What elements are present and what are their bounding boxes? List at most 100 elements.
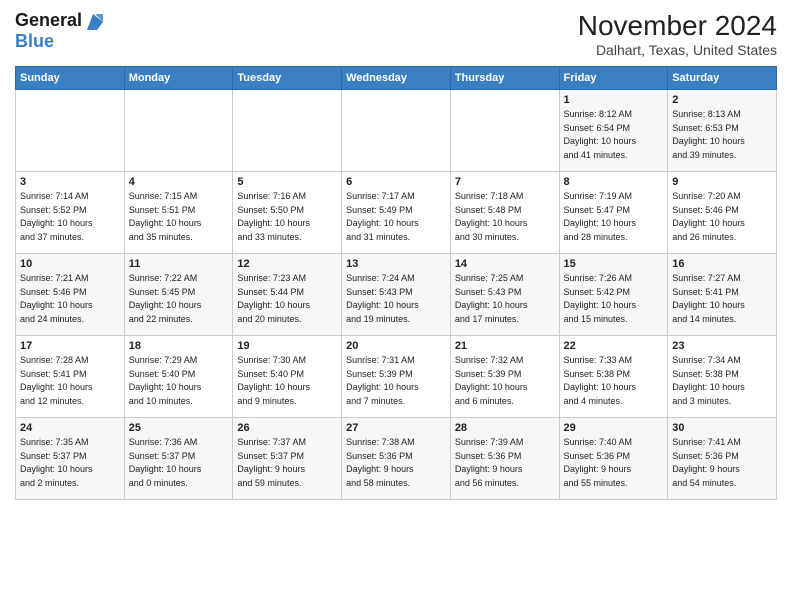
day-number: 12 xyxy=(237,258,337,270)
day-number: 1 xyxy=(564,94,664,106)
calendar-day: 16 Sunrise: 7:27 AM Sunset: 5:41 PM Dayli… xyxy=(668,254,777,336)
day-info: Sunrise: 7:15 AM Sunset: 5:51 PM Dayligh… xyxy=(129,190,229,244)
calendar-day: 8 Sunrise: 7:19 AM Sunset: 5:47 PM Daylig… xyxy=(559,172,668,254)
day-number: 26 xyxy=(237,422,337,434)
calendar-day: 11Sunrise: 7:22 AM Sunset: 5:45 PM Dayli… xyxy=(124,254,233,336)
day-info: Sunrise: 7:21 AM Sunset: 5:46 PM Dayligh… xyxy=(20,272,120,326)
calendar-day: 6 Sunrise: 7:17 AM Sunset: 5:49 PM Daylig… xyxy=(342,172,451,254)
calendar-day: 2Sunrise: 8:13 AM Sunset: 6:53 PM Daylig… xyxy=(668,90,777,172)
col-thursday: Thursday xyxy=(450,67,559,90)
calendar-week-4: 17 Sunrise: 7:28 AM Sunset: 5:41 PM Dayli… xyxy=(16,336,777,418)
day-info: Sunrise: 7:34 AM Sunset: 5:38 PM Dayligh… xyxy=(672,354,772,408)
day-number: 30 xyxy=(672,422,772,434)
day-number: 29 xyxy=(564,422,664,434)
header-row: Sunday Monday Tuesday Wednesday Thursday… xyxy=(16,67,777,90)
day-number: 16 xyxy=(672,258,772,270)
day-info: Sunrise: 7:27 AM Sunset: 5:41 PM Dayligh… xyxy=(672,272,772,326)
day-info: Sunrise: 7:39 AM Sunset: 5:36 PM Dayligh… xyxy=(455,436,555,490)
day-info: Sunrise: 7:32 AM Sunset: 5:39 PM Dayligh… xyxy=(455,354,555,408)
day-number: 6 xyxy=(346,176,446,188)
calendar-day: 9 Sunrise: 7:20 AM Sunset: 5:46 PM Daylig… xyxy=(668,172,777,254)
calendar-day: 5Sunrise: 7:16 AM Sunset: 5:50 PM Daylig… xyxy=(233,172,342,254)
calendar-day: 14 Sunrise: 7:25 AM Sunset: 5:43 PM Dayli… xyxy=(450,254,559,336)
day-number: 20 xyxy=(346,340,446,352)
calendar-day xyxy=(450,90,559,172)
logo: General Blue xyxy=(15,10,105,52)
day-number: 2 xyxy=(672,94,772,106)
day-number: 10 xyxy=(20,258,120,270)
day-info: Sunrise: 7:26 AM Sunset: 5:42 PM Dayligh… xyxy=(564,272,664,326)
day-info: Sunrise: 7:41 AM Sunset: 5:36 PM Dayligh… xyxy=(672,436,772,490)
day-number: 24 xyxy=(20,422,120,434)
day-info: Sunrise: 7:36 AM Sunset: 5:37 PM Dayligh… xyxy=(129,436,229,490)
calendar-day: 18Sunrise: 7:29 AM Sunset: 5:40 PM Dayli… xyxy=(124,336,233,418)
calendar-day xyxy=(124,90,233,172)
day-number: 14 xyxy=(455,258,555,270)
calendar-day: 22 Sunrise: 7:33 AM Sunset: 5:38 PM Dayli… xyxy=(559,336,668,418)
day-info: Sunrise: 7:37 AM Sunset: 5:37 PM Dayligh… xyxy=(237,436,337,490)
calendar-day: 7Sunrise: 7:18 AM Sunset: 5:48 PM Daylig… xyxy=(450,172,559,254)
calendar-day: 17 Sunrise: 7:28 AM Sunset: 5:41 PM Dayli… xyxy=(16,336,125,418)
day-number: 19 xyxy=(237,340,337,352)
day-number: 15 xyxy=(564,258,664,270)
calendar-week-3: 10 Sunrise: 7:21 AM Sunset: 5:46 PM Dayli… xyxy=(16,254,777,336)
day-info: Sunrise: 8:12 AM Sunset: 6:54 PM Dayligh… xyxy=(564,108,664,162)
calendar-day: 10 Sunrise: 7:21 AM Sunset: 5:46 PM Dayli… xyxy=(16,254,125,336)
calendar-day: 25Sunrise: 7:36 AM Sunset: 5:37 PM Dayli… xyxy=(124,418,233,500)
calendar-week-2: 3Sunrise: 7:14 AM Sunset: 5:52 PM Daylig… xyxy=(16,172,777,254)
day-info: Sunrise: 7:25 AM Sunset: 5:43 PM Dayligh… xyxy=(455,272,555,326)
day-number: 21 xyxy=(455,340,555,352)
col-monday: Monday xyxy=(124,67,233,90)
col-tuesday: Tuesday xyxy=(233,67,342,90)
calendar-day: 23 Sunrise: 7:34 AM Sunset: 5:38 PM Dayli… xyxy=(668,336,777,418)
day-number: 28 xyxy=(455,422,555,434)
day-info: Sunrise: 7:22 AM Sunset: 5:45 PM Dayligh… xyxy=(129,272,229,326)
calendar-day: 24 Sunrise: 7:35 AM Sunset: 5:37 PM Dayli… xyxy=(16,418,125,500)
day-number: 13 xyxy=(346,258,446,270)
calendar-day: 19 Sunrise: 7:30 AM Sunset: 5:40 PM Dayli… xyxy=(233,336,342,418)
day-info: Sunrise: 7:30 AM Sunset: 5:40 PM Dayligh… xyxy=(237,354,337,408)
calendar-day: 4 Sunrise: 7:15 AM Sunset: 5:51 PM Daylig… xyxy=(124,172,233,254)
day-info: Sunrise: 7:20 AM Sunset: 5:46 PM Dayligh… xyxy=(672,190,772,244)
day-info: Sunrise: 7:18 AM Sunset: 5:48 PM Dayligh… xyxy=(455,190,555,244)
day-info: Sunrise: 7:23 AM Sunset: 5:44 PM Dayligh… xyxy=(237,272,337,326)
day-info: Sunrise: 7:28 AM Sunset: 5:41 PM Dayligh… xyxy=(20,354,120,408)
calendar-day: 15 Sunrise: 7:26 AM Sunset: 5:42 PM Dayli… xyxy=(559,254,668,336)
logo-text-general: General xyxy=(15,10,82,31)
calendar-day: 29 Sunrise: 7:40 AM Sunset: 5:36 PM Dayli… xyxy=(559,418,668,500)
month-title: November 2024 xyxy=(578,10,777,42)
day-info: Sunrise: 7:24 AM Sunset: 5:43 PM Dayligh… xyxy=(346,272,446,326)
calendar-day: 28 Sunrise: 7:39 AM Sunset: 5:36 PM Dayli… xyxy=(450,418,559,500)
day-info: Sunrise: 7:38 AM Sunset: 5:36 PM Dayligh… xyxy=(346,436,446,490)
col-saturday: Saturday xyxy=(668,67,777,90)
calendar-table: Sunday Monday Tuesday Wednesday Thursday… xyxy=(15,66,777,500)
day-info: Sunrise: 7:33 AM Sunset: 5:38 PM Dayligh… xyxy=(564,354,664,408)
logo-text-blue: Blue xyxy=(15,31,54,51)
day-number: 23 xyxy=(672,340,772,352)
day-info: Sunrise: 7:35 AM Sunset: 5:37 PM Dayligh… xyxy=(20,436,120,490)
calendar-day: 21 Sunrise: 7:32 AM Sunset: 5:39 PM Dayli… xyxy=(450,336,559,418)
day-number: 4 xyxy=(129,176,229,188)
day-number: 8 xyxy=(564,176,664,188)
col-friday: Friday xyxy=(559,67,668,90)
day-info: Sunrise: 7:40 AM Sunset: 5:36 PM Dayligh… xyxy=(564,436,664,490)
day-number: 17 xyxy=(20,340,120,352)
day-info: Sunrise: 7:17 AM Sunset: 5:49 PM Dayligh… xyxy=(346,190,446,244)
title-area: November 2024 Dalhart, Texas, United Sta… xyxy=(578,10,777,58)
calendar-day: 13 Sunrise: 7:24 AM Sunset: 5:43 PM Dayli… xyxy=(342,254,451,336)
day-number: 5 xyxy=(237,176,337,188)
day-number: 18 xyxy=(129,340,229,352)
calendar-day: 12 Sunrise: 7:23 AM Sunset: 5:44 PM Dayli… xyxy=(233,254,342,336)
day-info: Sunrise: 7:19 AM Sunset: 5:47 PM Dayligh… xyxy=(564,190,664,244)
calendar-day xyxy=(342,90,451,172)
location: Dalhart, Texas, United States xyxy=(578,42,777,58)
day-number: 22 xyxy=(564,340,664,352)
page: General Blue November 2024 Dalhart, Texa… xyxy=(0,0,792,612)
calendar-day: 1 Sunrise: 8:12 AM Sunset: 6:54 PM Daylig… xyxy=(559,90,668,172)
day-number: 27 xyxy=(346,422,446,434)
day-number: 9 xyxy=(672,176,772,188)
calendar-day: 30 Sunrise: 7:41 AM Sunset: 5:36 PM Dayli… xyxy=(668,418,777,500)
calendar-day: 3Sunrise: 7:14 AM Sunset: 5:52 PM Daylig… xyxy=(16,172,125,254)
col-wednesday: Wednesday xyxy=(342,67,451,90)
day-number: 3 xyxy=(20,176,120,188)
